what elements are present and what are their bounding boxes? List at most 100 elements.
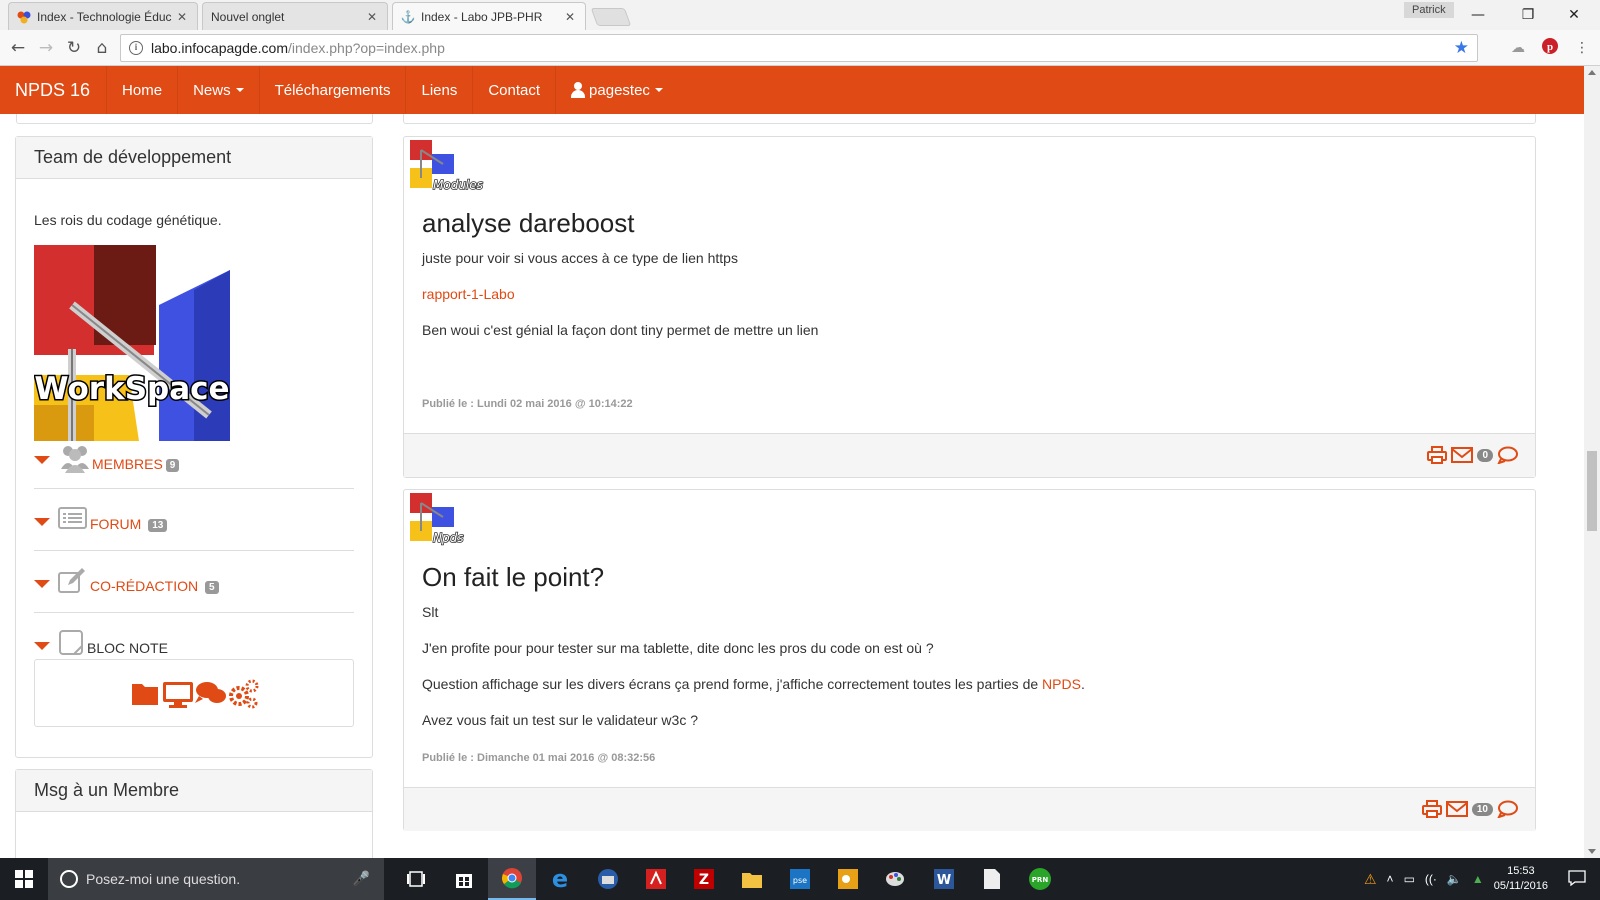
filezilla-icon[interactable]: Z [680,858,728,900]
profile-button[interactable]: Patrick [1404,2,1454,18]
count-badge: 5 [205,581,219,594]
windows-taskbar: Posez-moi une question. 🎤 e Z pse W PRN … [0,858,1600,900]
nav-label: Contact [488,81,541,99]
nav-telechargements[interactable]: Téléchargements [258,66,406,114]
system-tray: ⚠ ˄ ▭ ((· 🔈 ▲ 15:53 05/11/2016 [1364,858,1548,900]
tab-nouvel-onglet[interactable]: Nouvel onglet ✕ [202,2,388,30]
npds-link[interactable]: NPDS [1042,676,1081,692]
sidebar-item-co-redaction[interactable]: CO-RÉDACTION 5 [34,568,354,618]
sidebar-item-forum[interactable]: FORUM 13 [34,506,354,556]
notepad-icon[interactable] [968,858,1016,900]
photoshop-elements-icon[interactable]: pse [776,858,824,900]
cortana-icon [60,870,78,888]
search-placeholder: Posez-moi une question. [86,871,241,887]
site-info-icon[interactable]: i [129,41,143,55]
store-icon[interactable] [440,858,488,900]
team-description: Les rois du codage génétique. [34,212,222,228]
caret-down-icon[interactable] [34,518,50,526]
print-icon[interactable] [1427,446,1448,464]
minimize-button[interactable]: — [1460,4,1496,26]
menu-kebab-icon[interactable]: ⋮ [1572,38,1592,58]
restore-button[interactable]: ❐ [1510,4,1546,26]
wifi-icon[interactable]: ((· [1425,872,1437,886]
notification-alert-icon[interactable]: ⚠ [1364,871,1377,888]
home-icon[interactable]: ⌂ [90,36,114,60]
microphone-icon[interactable]: 🎤 [353,870,370,887]
page-scrollbar[interactable] [1584,66,1600,858]
article-paragraph: Slt [422,604,439,620]
scroll-down-icon[interactable] [1588,849,1596,854]
nav-home[interactable]: Home [106,66,177,114]
extension-cloud-icon[interactable]: ☁ [1508,38,1528,58]
nav-contact[interactable]: Contact [472,66,555,114]
tab-labo[interactable]: ⚓ Index - Labo JPB-PHR ✕ [392,2,586,30]
bookmark-star-icon[interactable]: ★ [1454,38,1469,58]
comment-icon[interactable] [1497,446,1519,464]
reload-icon[interactable]: ↻ [62,36,86,60]
monitor-icon[interactable] [163,682,193,708]
edit-icon [58,568,88,598]
scroll-thumb[interactable] [1587,451,1597,531]
outlook-icon[interactable] [824,858,872,900]
sidebar-item-label: BLOC NOTE [87,640,168,656]
chat-icon[interactable] [195,682,226,703]
tab-close-icon[interactable]: ✕ [563,10,577,24]
workspace-image[interactable]: WorkSpace [34,245,230,441]
acrobat-icon[interactable] [632,858,680,900]
scroll-up-icon[interactable] [1588,70,1596,75]
sidebar-item-membres[interactable]: MEMBRES 9 [34,444,354,494]
nav-liens[interactable]: Liens [405,66,472,114]
paint-icon[interactable] [872,858,920,900]
volume-icon[interactable]: 🔈 [1447,872,1462,886]
category-logo[interactable]: Npds [407,491,501,551]
pinterest-icon[interactable]: p [1540,38,1560,58]
explorer-icon[interactable] [728,858,776,900]
divider [34,488,354,489]
mail-icon[interactable] [1451,446,1474,464]
close-button[interactable]: ✕ [1556,4,1592,26]
forward-icon[interactable]: → [34,36,58,60]
article-paragraph: Ben woui c'est génial la façon dont tiny… [422,322,819,338]
tab-close-icon[interactable]: ✕ [365,10,379,24]
edge-icon[interactable]: e [536,858,584,900]
svg-text:pse: pse [793,876,807,885]
taskbar-clock[interactable]: 15:53 05/11/2016 [1494,864,1548,894]
caret-down-icon[interactable] [34,456,50,464]
tray-expand-icon[interactable]: ˄ [1387,872,1394,886]
cortana-search-box[interactable]: Posez-moi une question. 🎤 [48,858,384,900]
category-logo[interactable]: Modules [407,138,501,198]
article-title[interactable]: On fait le point? [422,562,604,593]
nav-label: Home [122,81,163,99]
mail-icon[interactable] [1445,800,1468,818]
chrome-icon[interactable] [488,858,536,900]
word-icon[interactable]: W [920,858,968,900]
nav-news[interactable]: News [177,66,259,114]
tab-technologie[interactable]: Index - Technologie Éduc ✕ [8,2,198,30]
task-view-icon[interactable] [392,858,440,900]
nav-user-menu[interactable]: pagestec [555,66,678,114]
action-center-icon[interactable] [1568,870,1586,889]
article-title[interactable]: analyse dareboost [422,208,634,239]
tab-title: Index - Labo JPB-PHR [421,9,543,24]
folder-icon[interactable] [132,684,158,705]
bloc-note-box [34,659,354,727]
windows-start-icon[interactable] [0,858,48,900]
thunderbird-icon[interactable] [584,858,632,900]
article-link[interactable]: rapport-1-Labo [422,286,515,302]
gears-icon[interactable] [229,679,259,709]
drive-icon[interactable]: ▲ [1472,872,1484,886]
site-brand[interactable]: NPDS 16 [0,66,106,114]
caret-down-icon[interactable] [34,580,50,588]
caret-down-icon[interactable] [34,642,50,650]
print-icon[interactable] [1421,800,1442,818]
browser-tabstrip: Index - Technologie Éduc ✕ Nouvel onglet… [0,0,1600,30]
battery-icon[interactable]: ▭ [1404,872,1415,886]
comment-icon[interactable] [1497,800,1519,818]
tab-close-icon[interactable]: ✕ [175,10,189,24]
prn-icon[interactable]: PRN [1016,858,1064,900]
article-card-1 [403,136,1536,478]
address-bar[interactable]: i labo.infocapagde.com/index.php?op=inde… [120,34,1478,62]
note-icon [58,630,88,660]
back-icon[interactable]: ← [6,36,30,60]
new-tab-button[interactable] [590,8,632,26]
